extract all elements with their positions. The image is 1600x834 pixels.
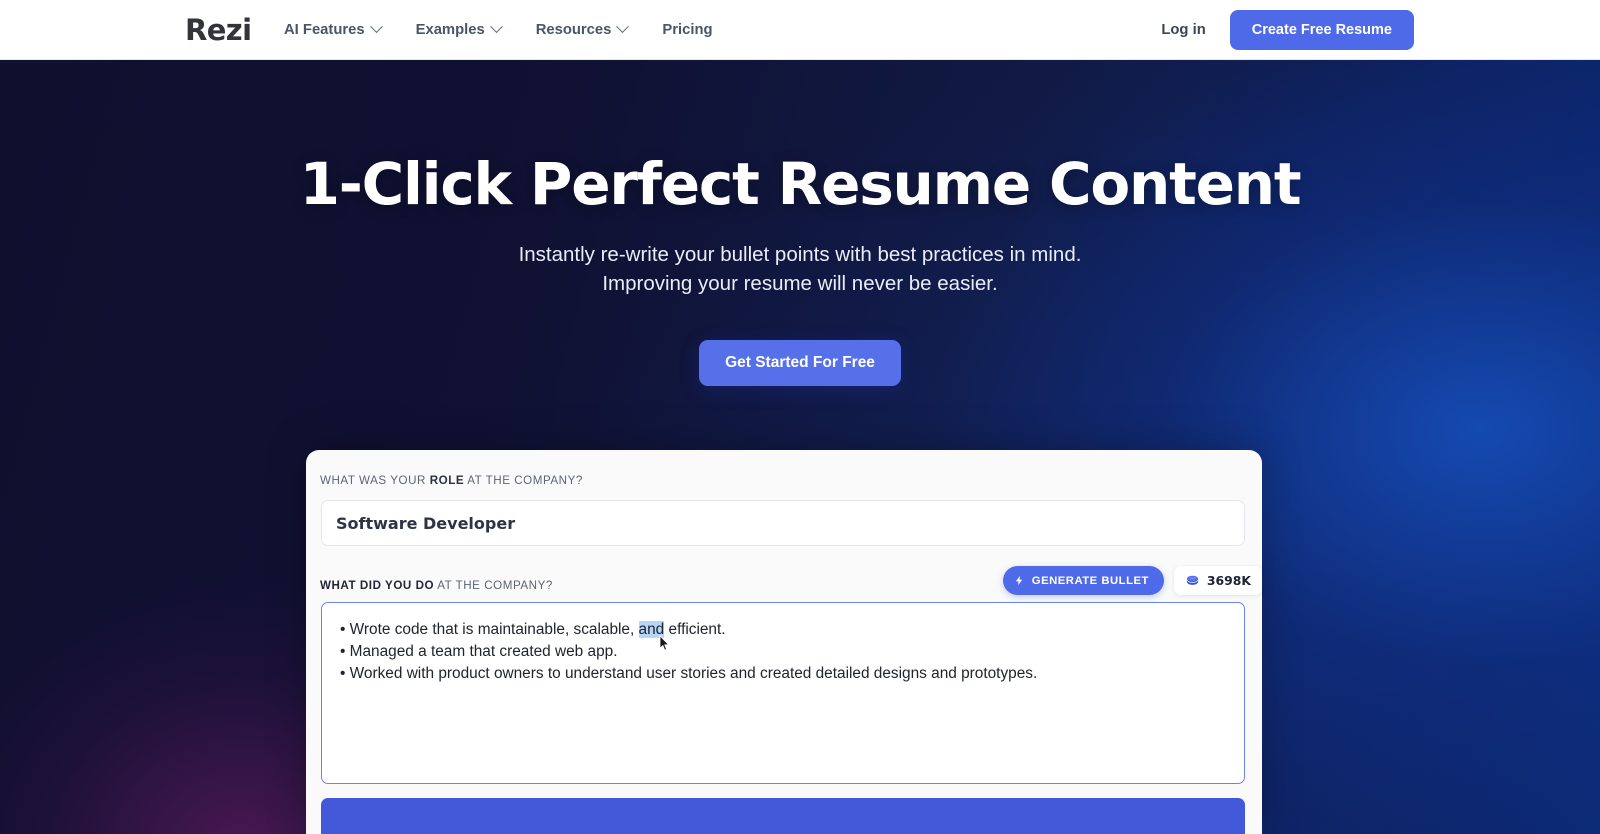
do-label-strong: WHAT DID YOU DO	[320, 579, 435, 592]
generate-row: GENERATE BULLET 3698K	[1002, 566, 1262, 595]
role-label-suffix: AT THE COMPANY?	[464, 474, 583, 487]
nav-item-pricing[interactable]: Pricing	[662, 22, 712, 38]
site-header: Rezi AI Features Examples Resources Pric…	[0, 0, 1600, 60]
bullet-line-1-post: efficient.	[664, 621, 726, 638]
nav-label-ai-features: AI Features	[284, 21, 365, 38]
get-started-for-free-button[interactable]: Get Started For Free	[699, 340, 901, 386]
bullet-points-textarea[interactable]: • Wrote code that is maintainable, scala…	[321, 602, 1245, 784]
hero-cta-container: Get Started For Free	[0, 340, 1600, 386]
nav-item-resources[interactable]: Resources	[535, 20, 630, 38]
role-field-label: WHAT WAS YOUR ROLE AT THE COMPANY?	[320, 474, 583, 487]
card-primary-action-button[interactable]	[321, 798, 1245, 834]
bullet-line-2: • Managed a team that created web app.	[340, 642, 618, 660]
role-input-value: Software Developer	[336, 513, 516, 533]
hero-subtitle: Instantly re-write your bullet points wi…	[0, 240, 1600, 298]
main-navigation: AI Features Examples Resources Pricing	[284, 20, 713, 38]
role-label-strong: ROLE	[429, 474, 465, 487]
nav-item-examples[interactable]: Examples	[415, 20, 503, 38]
page-title: 1-Click Perfect Resume Content	[299, 150, 1302, 218]
credits-pill[interactable]: 3698K	[1173, 566, 1262, 595]
credits-value: 3698K	[1206, 573, 1251, 588]
rezi-logo[interactable]: Rezi	[185, 13, 252, 47]
nav-item-ai-features[interactable]: AI Features	[284, 20, 383, 38]
coin-icon	[1186, 575, 1199, 585]
header-actions: Log in Create Free Resume	[1161, 9, 1414, 50]
experience-field-label: WHAT DID YOU DO AT THE COMPANY?	[320, 579, 553, 592]
bullet-line-1: • Wrote code that is maintainable, scala…	[340, 619, 1226, 651]
page-root: Rezi AI Features Examples Resources Pric…	[0, 0, 1600, 834]
hero-subtitle-line-2: Improving your resume will never be easi…	[602, 272, 998, 295]
role-label-prefix: WHAT WAS YOUR	[320, 474, 430, 487]
hero-subtitle-line-1: Instantly re-write your bullet points wi…	[518, 243, 1082, 266]
generate-bullet-button[interactable]: GENERATE BULLET	[1002, 566, 1164, 595]
do-label-suffix: AT THE COMPANY?	[434, 579, 553, 592]
login-link[interactable]: Log in	[1161, 22, 1205, 38]
bolt-icon	[1015, 575, 1023, 586]
chevron-down-icon	[616, 20, 630, 34]
generate-bullet-label: GENERATE BULLET	[1031, 574, 1149, 587]
role-input[interactable]: Software Developer	[321, 500, 1245, 546]
chevron-down-icon	[369, 20, 383, 34]
bullet-line-3: • Worked with product owners to understa…	[340, 664, 1038, 682]
create-free-resume-button[interactable]: Create Free Resume	[1229, 9, 1414, 50]
nav-label-examples: Examples	[415, 21, 485, 38]
nav-label-pricing: Pricing	[662, 21, 713, 38]
chevron-down-icon	[489, 20, 503, 34]
bullet-line-1-pre: • Wrote code that is maintainable, scala…	[340, 621, 639, 638]
nav-label-resources: Resources	[535, 21, 612, 38]
